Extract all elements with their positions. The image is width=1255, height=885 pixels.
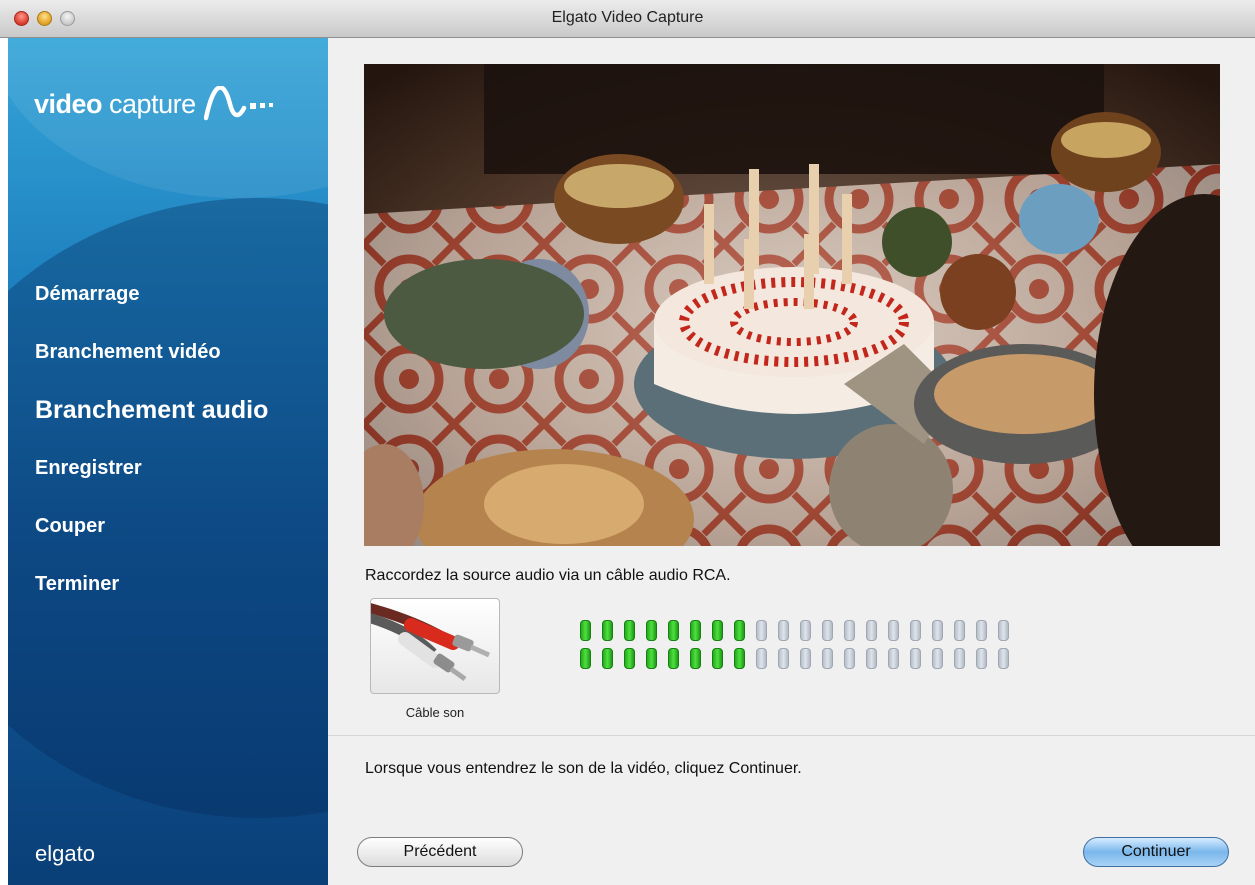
meter-segment-lit [734, 648, 745, 669]
meter-segment-unlit [866, 648, 877, 669]
audio-level-meter [580, 620, 1020, 676]
audio-meter-left-channel [580, 620, 1020, 642]
meter-segment-lit [624, 620, 635, 641]
meter-segment-unlit [954, 620, 965, 641]
continue-instruction: Lorsque vous entendrez le son de la vidé… [365, 760, 802, 777]
video-preview [364, 64, 1220, 546]
audio-meter-right-channel [580, 648, 1020, 670]
waveform-logo-icon [203, 86, 273, 121]
meter-segment-unlit [756, 648, 767, 669]
meter-segment-unlit [800, 648, 811, 669]
app-logo: video capture [34, 86, 284, 122]
audio-cable-label: Câble son [405, 705, 465, 720]
meter-segment-unlit [844, 620, 855, 641]
logo-text-bold: video [34, 88, 103, 119]
meter-segment-lit [712, 620, 723, 641]
step-demarrage[interactable]: Démarrage [35, 276, 268, 334]
meter-segment-unlit [932, 620, 943, 641]
meter-segment-unlit [976, 620, 987, 641]
meter-segment-lit [602, 620, 613, 641]
window-title: Elgato Video Capture [551, 9, 704, 26]
meter-segment-unlit [910, 648, 921, 669]
window-titlebar: Elgato Video Capture [0, 0, 1255, 38]
audio-cable-button[interactable] [370, 598, 500, 694]
meter-segment-unlit [888, 648, 899, 669]
meter-segment-unlit [822, 620, 833, 641]
meter-segment-lit [668, 648, 679, 669]
meter-segment-unlit [910, 620, 921, 641]
meter-segment-lit [580, 620, 591, 641]
sidebar: video capture Démarrage Branchement vidé… [8, 38, 328, 885]
meter-segment-lit [602, 648, 613, 669]
step-couper[interactable]: Couper [35, 508, 268, 566]
step-branchement-video[interactable]: Branchement vidéo [35, 334, 268, 392]
step-terminer[interactable]: Terminer [35, 566, 268, 624]
video-frame-image [364, 64, 1220, 546]
meter-segment-lit [646, 648, 657, 669]
wizard-steps: Démarrage Branchement vidéo Branchement … [35, 276, 268, 624]
meter-segment-unlit [866, 620, 877, 641]
meter-segment-unlit [778, 620, 789, 641]
meter-segment-unlit [778, 648, 789, 669]
logo-text-light: capture [109, 88, 196, 119]
meter-segment-unlit [998, 620, 1009, 641]
meter-segment-lit [624, 648, 635, 669]
meter-segment-unlit [976, 648, 987, 669]
step-branchement-audio[interactable]: Branchement audio [35, 392, 268, 450]
meter-segment-lit [690, 620, 701, 641]
continue-button[interactable]: Continuer [1083, 837, 1229, 867]
rca-cable-icon [371, 603, 491, 682]
meter-segment-lit [646, 620, 657, 641]
main-panel: Raccordez la source audio via un câble a… [328, 38, 1255, 885]
audio-instruction: Raccordez la source audio via un câble a… [365, 567, 731, 584]
meter-segment-unlit [932, 648, 943, 669]
elgato-brand: elgato [35, 841, 95, 866]
section-divider [328, 735, 1255, 736]
meter-segment-lit [668, 620, 679, 641]
meter-segment-lit [734, 620, 745, 641]
meter-segment-lit [712, 648, 723, 669]
meter-segment-unlit [954, 648, 965, 669]
meter-segment-lit [580, 648, 591, 669]
step-enregistrer[interactable]: Enregistrer [35, 450, 268, 508]
meter-segment-unlit [844, 648, 855, 669]
meter-segment-unlit [822, 648, 833, 669]
meter-segment-lit [690, 648, 701, 669]
meter-segment-unlit [756, 620, 767, 641]
previous-button[interactable]: Précédent [357, 837, 523, 867]
meter-segment-unlit [998, 648, 1009, 669]
meter-segment-unlit [800, 620, 811, 641]
meter-segment-unlit [888, 620, 899, 641]
